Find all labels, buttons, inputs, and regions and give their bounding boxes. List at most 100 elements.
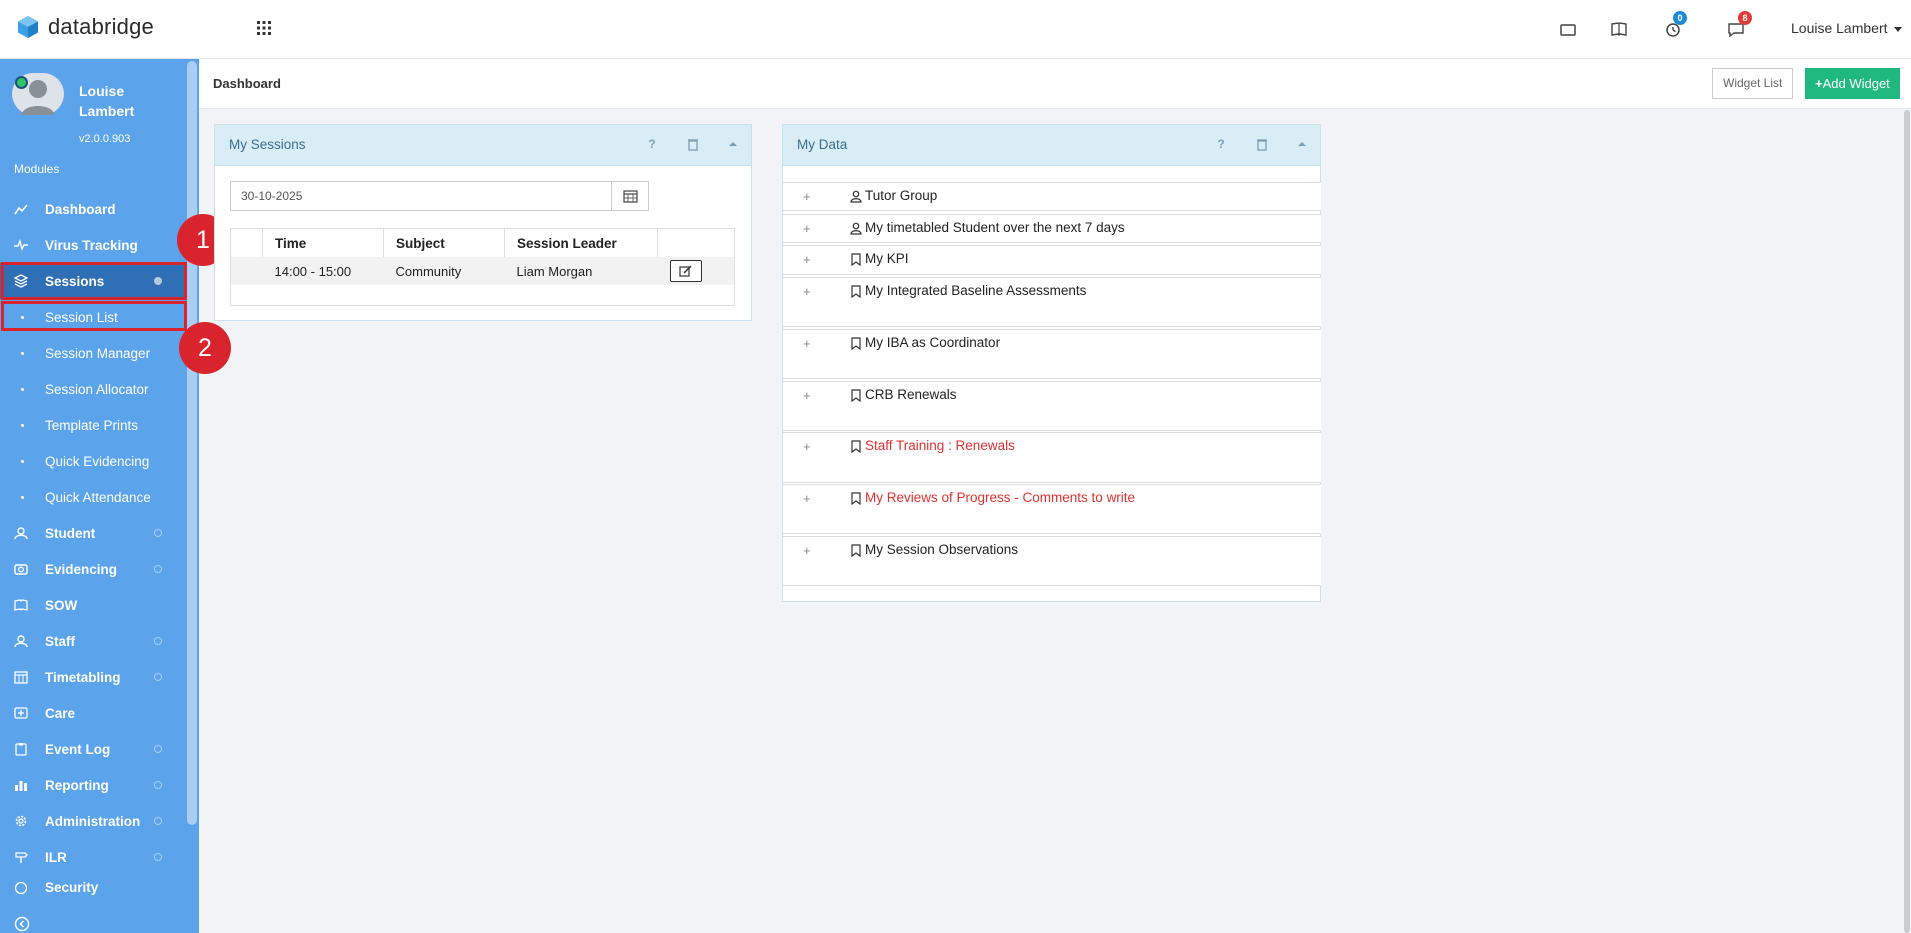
- subitem-label: Quick Evidencing: [45, 453, 150, 469]
- edit-session-button[interactable]: [669, 260, 702, 282]
- content-header: Dashboard Widget List +Add Widget: [199, 59, 1911, 109]
- expand-dot: [154, 565, 162, 573]
- bookmark-icon: [851, 253, 861, 266]
- calendar-icon: [623, 190, 638, 203]
- data-row-iba-coordinator[interactable]: + My IBA as Coordinator: [783, 329, 1321, 379]
- bullet-icon: [21, 387, 24, 391]
- data-row-timetabled-student[interactable]: + My timetabled Student over the next 7 …: [783, 214, 1321, 243]
- widget-list-button[interactable]: Widget List: [1712, 68, 1794, 99]
- camera-icon: [14, 564, 28, 575]
- empty-cell: [230, 285, 735, 306]
- expand-plus-icon[interactable]: +: [803, 252, 811, 267]
- expand-plus-icon[interactable]: +: [803, 491, 811, 506]
- expand-plus-icon[interactable]: +: [803, 543, 811, 558]
- table-empty-row: [230, 285, 735, 306]
- sidebar-item-evidencing[interactable]: Evidencing: [0, 551, 186, 587]
- chat-badge: 8: [1738, 11, 1752, 25]
- expand-dot: [154, 853, 162, 861]
- expand-dot: [154, 781, 162, 789]
- sidebar-item-care[interactable]: Care: [0, 695, 186, 731]
- my-data-widget: My Data ? + Tutor Group + My timetabled …: [782, 124, 1321, 602]
- help-icon[interactable]: ?: [1214, 137, 1228, 151]
- data-row-crb-renewals[interactable]: + CRB Renewals: [783, 381, 1321, 431]
- page-scrollbar[interactable]: [1904, 110, 1910, 933]
- care-icon: [14, 707, 28, 719]
- help-icon[interactable]: ?: [645, 137, 659, 151]
- expand-dot: [154, 637, 162, 645]
- sidebar-item-student[interactable]: Student: [0, 515, 186, 551]
- column-header-actions: [658, 229, 735, 258]
- data-row-reviews-of-progress[interactable]: + My Reviews of Progress - Comments to w…: [783, 484, 1321, 534]
- data-row-integrated-baseline[interactable]: + My Integrated Baseline Assessments: [783, 277, 1321, 327]
- clock-button[interactable]: 0: [1663, 11, 1687, 39]
- user-menu[interactable]: Louise Lambert: [1791, 20, 1902, 36]
- sidebar-subitem-session-manager[interactable]: Session Manager: [0, 335, 186, 371]
- data-row-session-observations[interactable]: + My Session Observations: [783, 536, 1321, 586]
- expand-plus-icon[interactable]: +: [803, 388, 811, 403]
- annotation-marker-2: 2: [179, 322, 231, 374]
- bookmark-icon: [851, 389, 861, 402]
- session-date-input[interactable]: 30-10-2025: [230, 181, 612, 211]
- sidebar-item-staff[interactable]: Staff: [0, 623, 186, 659]
- sidebar-item-ilr[interactable]: ILR: [0, 839, 186, 875]
- bullet-icon: [21, 351, 24, 355]
- trash-icon[interactable]: [686, 137, 700, 151]
- globe-icon: [14, 881, 28, 895]
- data-row-label: My timetabled Student over the next 7 da…: [865, 220, 1125, 235]
- expand-plus-icon[interactable]: +: [803, 189, 811, 204]
- book-open-icon: [14, 599, 28, 611]
- user-name: Louise Lambert: [1791, 20, 1888, 36]
- cell-time: 14:00 - 15:00: [262, 257, 384, 285]
- expand-plus-icon[interactable]: +: [803, 336, 811, 351]
- sidebar-subitem-quick-evidencing[interactable]: Quick Evidencing: [0, 443, 186, 479]
- subitem-label: Quick Attendance: [45, 489, 151, 505]
- calendar-button[interactable]: [611, 181, 649, 211]
- sidebar-item-label: SOW: [45, 597, 78, 613]
- chat-button[interactable]: 8: [1726, 11, 1752, 39]
- sidebar-item-timetabling[interactable]: Timetabling: [0, 659, 186, 695]
- sidebar-subitem-template-prints[interactable]: Template Prints: [0, 407, 186, 443]
- trash-icon[interactable]: [1255, 137, 1269, 151]
- sidebar-subitem-quick-attendance[interactable]: Quick Attendance: [0, 479, 186, 515]
- subitem-label: Template Prints: [45, 417, 139, 433]
- user-icon: [14, 635, 28, 648]
- sidebar-item-dashboard[interactable]: Dashboard: [0, 191, 186, 227]
- sidebar-item-reporting[interactable]: Reporting: [0, 767, 186, 803]
- brand[interactable]: databridge: [16, 14, 154, 40]
- expand-plus-icon[interactable]: +: [803, 439, 811, 454]
- pulse-icon: [14, 238, 28, 252]
- column-header-session-leader: Session Leader: [504, 228, 658, 257]
- expand-plus-icon[interactable]: +: [803, 221, 811, 236]
- sidebar-item-security[interactable]: Security: [0, 875, 186, 895]
- data-row-kpi[interactable]: + My KPI: [783, 245, 1321, 275]
- add-widget-button[interactable]: +Add Widget: [1805, 68, 1900, 99]
- chevron-up-icon[interactable]: [726, 137, 740, 151]
- data-row-tutor-group[interactable]: + Tutor Group: [783, 182, 1321, 211]
- expand-plus-icon[interactable]: +: [803, 284, 811, 299]
- modules-label: Modules: [14, 162, 60, 176]
- widget-title: My Sessions: [229, 137, 306, 152]
- sidebar-item-event-log[interactable]: Event Log: [0, 731, 186, 767]
- sidebar-item-label: Virus Tracking: [45, 237, 138, 253]
- sidebar-item-administration[interactable]: Administration: [0, 803, 186, 839]
- sidebar-item-sow[interactable]: SOW: [0, 587, 186, 623]
- data-row-staff-training-renewals[interactable]: + Staff Training : Renewals: [783, 432, 1321, 483]
- monitor-icon[interactable]: [1558, 20, 1578, 40]
- sidebar-item-virus-tracking[interactable]: Virus Tracking: [0, 227, 186, 263]
- column-header-subject: Subject: [383, 228, 505, 257]
- signpost-icon: [15, 852, 28, 863]
- collapse-sidebar-icon[interactable]: [14, 916, 30, 932]
- data-row-label: My KPI: [865, 251, 909, 266]
- user-icon: [14, 527, 28, 540]
- profile-name: Louise Lambert: [79, 83, 135, 119]
- online-status-dot: [15, 76, 28, 89]
- user-profile: Louise Lambert v2.0.0.903: [12, 73, 182, 145]
- row-spacer: [230, 257, 263, 285]
- apps-grid-icon[interactable]: [256, 20, 272, 36]
- bookmark-icon: [851, 440, 861, 453]
- sidebar-subitem-session-allocator[interactable]: Session Allocator: [0, 371, 186, 407]
- table-row[interactable]: 14:00 - 15:00 Community Liam Morgan: [230, 257, 735, 285]
- sidebar-scrollbar[interactable]: [187, 61, 197, 825]
- chevron-up-icon[interactable]: [1295, 137, 1309, 151]
- book-icon[interactable]: [1609, 19, 1629, 39]
